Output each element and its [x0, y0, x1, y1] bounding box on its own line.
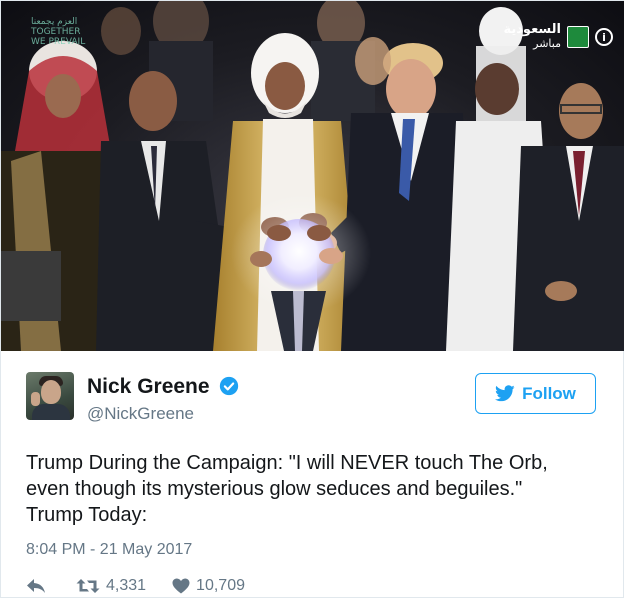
like-button[interactable]: 10,709	[172, 577, 245, 595]
channel-live-label: مباشر	[533, 37, 561, 50]
watermark-line-1: العزم يجمعنا	[31, 17, 78, 27]
twitter-bird-icon	[495, 385, 515, 402]
tweet-text: Trump During the Campaign: "I will NEVER…	[26, 450, 611, 528]
heart-icon	[172, 578, 190, 594]
channel-emblem-icon	[567, 26, 589, 48]
retweet-icon	[76, 579, 100, 593]
watermark-line-3: WE PREVAIL	[31, 37, 86, 47]
reply-icon	[27, 579, 45, 593]
user-name[interactable]: Nick Greene	[87, 375, 210, 399]
avatar[interactable]	[26, 372, 74, 420]
like-count: 10,709	[196, 577, 245, 594]
watermark-line-2: TOGETHER	[31, 27, 81, 37]
tweet-text-line: Trump During the Campaign: "I will NEVER…	[26, 452, 548, 474]
tweet-text-line: Trump Today:	[26, 504, 148, 526]
retweet-button[interactable]: 4,331	[76, 577, 146, 595]
photo-scene	[1, 1, 624, 351]
verified-badge-icon	[219, 376, 239, 396]
tweet-photo[interactable]: العزم يجمعنا TOGETHER WE PREVAIL السعودي…	[1, 1, 624, 351]
tweet-actions: 4,331 10,709	[26, 577, 245, 595]
event-watermark: العزم يجمعنا TOGETHER WE PREVAIL	[31, 17, 85, 47]
retweet-count: 4,331	[106, 577, 147, 594]
tweet-timestamp[interactable]: 8:04 PM - 21 May 2017	[26, 541, 192, 559]
tweet-text-line: even though its mysterious glow seduces …	[26, 478, 523, 500]
follow-button-label: Follow	[522, 383, 576, 403]
reply-button[interactable]	[26, 578, 48, 594]
tv-channel-logo: السعودية مباشر i	[503, 22, 613, 51]
follow-button[interactable]: Follow	[475, 373, 596, 414]
info-icon: i	[595, 28, 613, 46]
tweet-card: العزم يجمعنا TOGETHER WE PREVAIL السعودي…	[0, 0, 624, 598]
channel-name: السعودية	[503, 22, 562, 37]
user-handle[interactable]: @NickGreene	[87, 404, 194, 424]
